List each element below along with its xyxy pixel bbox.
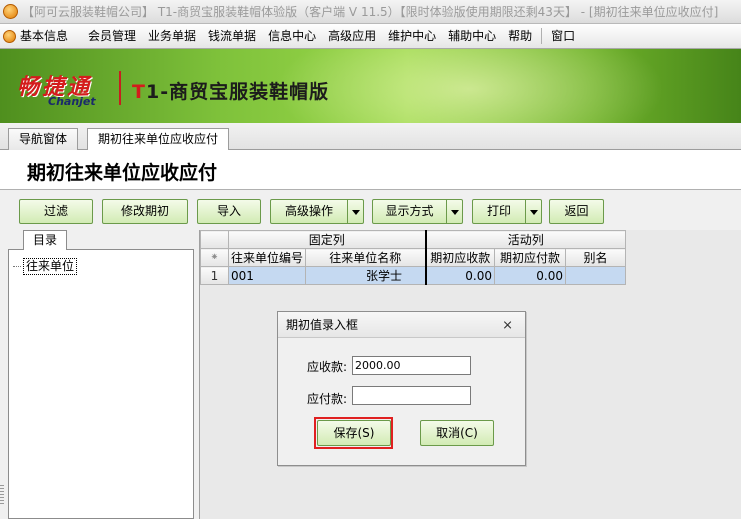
menu-window[interactable]: 窗口 bbox=[545, 26, 581, 47]
group-fixed-columns: 固定列 bbox=[227, 230, 427, 249]
directory-tree: 往来单位 bbox=[8, 249, 194, 519]
display-mode-button[interactable]: 显示方式 bbox=[372, 199, 463, 224]
print-dropdown-icon[interactable] bbox=[526, 199, 542, 224]
advanced-ops-button[interactable]: 高级操作 bbox=[270, 199, 364, 224]
payable-label: 应付款: bbox=[307, 392, 348, 406]
tree-connector bbox=[13, 266, 21, 267]
page-title: 期初往来单位应收应付 bbox=[27, 162, 218, 184]
menu-business-documents[interactable]: 业务单据 bbox=[142, 26, 202, 47]
dialog-title: 期初值录入框 bbox=[286, 318, 359, 332]
page-title-bar: 期初往来单位应收应付 bbox=[0, 150, 741, 190]
filter-button[interactable]: 过滤 bbox=[19, 199, 93, 224]
edit-opening-button[interactable]: 修改期初 bbox=[102, 199, 188, 224]
table-row[interactable]: 1 001 张学士 0.00 0.00 bbox=[200, 266, 627, 285]
row-number: 1 bbox=[200, 266, 229, 285]
logo-divider bbox=[119, 71, 121, 105]
menu-member-management[interactable]: 会员管理 bbox=[82, 26, 142, 47]
title-bar: 【阿可云服装鞋帽公司】 T1-商贸宝服装鞋帽体验版（客户端 V 11.5）【限时… bbox=[0, 0, 741, 24]
splitter-grip[interactable] bbox=[0, 485, 4, 505]
column-partner-name[interactable]: 往来单位名称 bbox=[305, 248, 427, 267]
back-button[interactable]: 返回 bbox=[549, 199, 604, 224]
display-mode-main[interactable]: 显示方式 bbox=[372, 199, 447, 224]
menu-app-icon bbox=[3, 29, 16, 43]
import-button[interactable]: 导入 bbox=[197, 199, 261, 224]
cell-opening-receivable[interactable]: 0.00 bbox=[425, 266, 496, 285]
print-main[interactable]: 打印 bbox=[472, 199, 526, 224]
tab-navigation[interactable]: 导航窗体 bbox=[8, 128, 79, 150]
new-row-marker: ⁕ bbox=[200, 248, 229, 267]
cell-partner-code[interactable]: 001 bbox=[227, 266, 307, 285]
menu-help[interactable]: 帮助 bbox=[502, 26, 538, 47]
column-partner-code[interactable]: 往来单位编号 bbox=[227, 248, 307, 267]
document-tab-strip: 导航窗体 期初往来单位应收应付 bbox=[0, 123, 741, 151]
menu-maintenance[interactable]: 维护中心 bbox=[382, 26, 442, 47]
cell-opening-payable[interactable]: 0.00 bbox=[494, 266, 567, 285]
menu-info-center[interactable]: 信息中心 bbox=[262, 26, 322, 47]
column-opening-payable[interactable]: 期初应付款 bbox=[494, 248, 567, 267]
menu-bar: 基本信息 会员管理 业务单据 钱流单据 信息中心 高级应用 维护中心 辅助中心 … bbox=[0, 24, 741, 49]
close-icon[interactable]: ⨯ bbox=[502, 313, 513, 339]
receivable-input[interactable] bbox=[352, 356, 471, 375]
directory-panel: 目录 往来单位 bbox=[8, 230, 194, 519]
cell-alias[interactable] bbox=[565, 266, 627, 285]
display-mode-dropdown-icon[interactable] bbox=[447, 199, 463, 224]
product-banner: 畅捷通 Chanjet T1-商贸宝服装鞋帽版 bbox=[0, 49, 741, 123]
menu-cash-documents[interactable]: 钱流单据 bbox=[202, 26, 262, 47]
window-title: 【阿可云服装鞋帽公司】 T1-商贸宝服装鞋帽体验版（客户端 V 11.5）【限时… bbox=[22, 5, 719, 19]
tab-directory[interactable]: 目录 bbox=[23, 230, 68, 250]
brand-logo-en: Chanjet bbox=[48, 95, 96, 108]
advanced-ops-main[interactable]: 高级操作 bbox=[270, 199, 348, 224]
advanced-ops-dropdown-icon[interactable] bbox=[348, 199, 364, 224]
receivable-label: 应收款: bbox=[307, 360, 348, 374]
tab-opening-receivables[interactable]: 期初往来单位应收应付 bbox=[87, 128, 230, 151]
tree-node-partners[interactable]: 往来单位 bbox=[13, 258, 78, 275]
grid-group-header: 固定列 活动列 bbox=[200, 230, 627, 249]
tree-node-label: 往来单位 bbox=[23, 258, 78, 275]
cell-partner-name[interactable]: 张学士 bbox=[305, 266, 427, 285]
app-icon bbox=[3, 4, 18, 19]
save-button[interactable]: 保存(S) bbox=[317, 420, 391, 446]
menu-basic-info[interactable]: 基本信息 bbox=[0, 26, 82, 47]
group-active-columns: 活动列 bbox=[425, 230, 627, 249]
product-name: T1-商贸宝服装鞋帽版 bbox=[132, 81, 330, 103]
menu-separator bbox=[541, 28, 543, 44]
print-button[interactable]: 打印 bbox=[472, 199, 542, 224]
menu-advanced[interactable]: 高级应用 bbox=[322, 26, 382, 47]
grid-column-header: ⁕ 往来单位编号 往来单位名称 期初应收款 期初应付款 别名 bbox=[200, 248, 627, 267]
column-opening-receivable[interactable]: 期初应收款 bbox=[425, 248, 496, 267]
cancel-button[interactable]: 取消(C) bbox=[420, 420, 494, 446]
dialog-title-bar: 期初值录入框 ⨯ bbox=[278, 312, 525, 338]
column-alias[interactable]: 别名 bbox=[565, 248, 627, 267]
opening-value-dialog: 期初值录入框 ⨯ 应收款: 应付款: 保存(S) 取消(C) bbox=[277, 311, 526, 466]
grid-corner bbox=[200, 230, 229, 249]
data-grid: 固定列 活动列 ⁕ 往来单位编号 往来单位名称 期初应收款 期初应付款 别名 1… bbox=[200, 230, 627, 285]
payable-input[interactable] bbox=[352, 386, 471, 405]
menu-auxiliary[interactable]: 辅助中心 bbox=[442, 26, 502, 47]
